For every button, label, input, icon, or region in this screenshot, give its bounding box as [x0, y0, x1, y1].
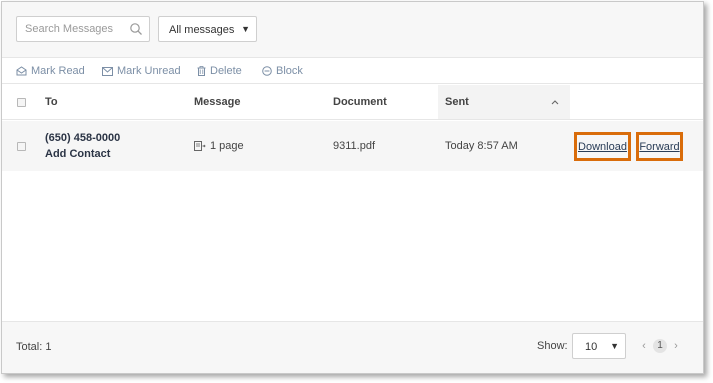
table-footer: Total: 1 Show: 10 ▼ ‹ 1 › — [2, 321, 703, 373]
search-input[interactable] — [17, 17, 125, 41]
prev-page-button[interactable]: ‹ — [639, 340, 649, 352]
chevron-down-icon: ▼ — [610, 341, 619, 351]
page-size-label: Show: — [537, 340, 568, 352]
column-header-sent[interactable]: Sent — [445, 96, 469, 108]
next-page-button[interactable]: › — [671, 340, 681, 352]
pagination: ‹ 1 › — [639, 339, 681, 353]
search-icon[interactable] — [129, 22, 143, 36]
messages-panel: All messages ▼ Mark Read Mark Unread — [1, 1, 704, 374]
mark-read-label: Mark Read — [31, 65, 85, 77]
column-header-to[interactable]: To — [45, 96, 58, 108]
mark-unread-label: Mark Unread — [117, 65, 181, 77]
chevron-down-icon: ▼ — [241, 24, 250, 34]
page-size-value: 10 — [585, 341, 598, 353]
table-row[interactable]: (650) 458-0000 Add Contact 1 page 9311.p… — [2, 121, 703, 171]
download-highlight: Download — [574, 132, 631, 161]
forward-link[interactable]: Forward — [639, 141, 679, 153]
mark-unread-button[interactable]: Mark Unread — [102, 65, 181, 77]
message-filter-value: All messages — [169, 24, 235, 36]
sent-time: Today 8:57 AM — [445, 140, 518, 152]
forward-highlight: Forward — [636, 132, 683, 161]
block-icon — [262, 66, 272, 76]
message-filter-select[interactable]: All messages ▼ — [158, 16, 257, 42]
page-size-select[interactable]: 10 ▼ — [572, 333, 626, 359]
mark-read-button[interactable]: Mark Read — [16, 65, 85, 77]
document-name: 9311.pdf — [333, 140, 376, 152]
select-all-checkbox[interactable] — [17, 98, 26, 107]
column-header-message[interactable]: Message — [194, 96, 240, 108]
trash-icon — [197, 66, 206, 76]
fax-pages-icon — [194, 141, 206, 151]
search-box[interactable] — [16, 16, 150, 42]
message-page-count: 1 page — [210, 140, 244, 152]
column-header-document[interactable]: Document — [333, 96, 387, 108]
action-bar: Mark Read Mark Unread Delete Block — [2, 59, 703, 84]
block-button[interactable]: Block — [262, 65, 303, 77]
download-link[interactable]: Download — [578, 141, 627, 153]
message-pages: 1 page — [194, 140, 244, 152]
delete-button[interactable]: Delete — [197, 65, 242, 77]
envelope-open-icon — [16, 66, 27, 76]
recipient-number: (650) 458-0000 — [45, 132, 121, 144]
current-page-indicator[interactable]: 1 — [653, 339, 667, 353]
table-header: To Message Document Sent — [2, 85, 703, 120]
toolbar: All messages ▼ — [2, 2, 703, 58]
row-checkbox[interactable] — [17, 142, 26, 151]
sort-ascending-icon[interactable] — [551, 99, 559, 105]
add-contact-link[interactable]: Add Contact — [45, 148, 110, 160]
delete-label: Delete — [210, 65, 242, 77]
total-count: Total: 1 — [16, 341, 52, 353]
envelope-icon — [102, 66, 113, 76]
block-label: Block — [276, 65, 303, 77]
